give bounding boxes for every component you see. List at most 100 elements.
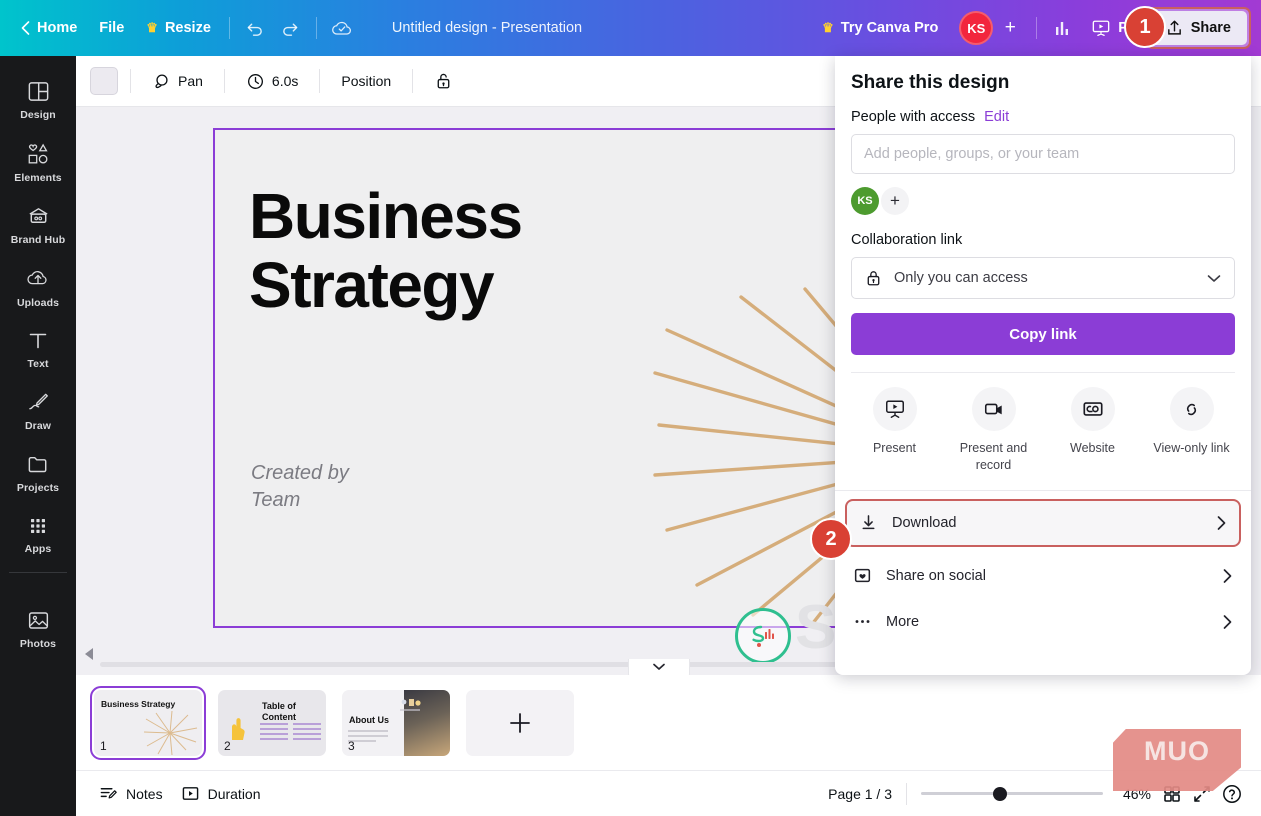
- brand-logo-icon: [752, 625, 774, 647]
- background-color-swatch[interactable]: [90, 67, 118, 95]
- rail-divider: [9, 572, 67, 573]
- slide-duration-button[interactable]: 6.0s: [237, 66, 307, 97]
- uploads-icon: [27, 271, 47, 285]
- home-label: Home: [37, 20, 78, 36]
- status-bar-right: Page 1 / 3 46%: [828, 779, 1247, 809]
- document-title[interactable]: Untitled design - Presentation: [382, 14, 592, 42]
- projects-icon: [28, 456, 46, 473]
- sidebar-item-label: Apps: [24, 543, 52, 555]
- access-level-select[interactable]: Only you can access: [851, 257, 1235, 299]
- chevron-left-icon: [21, 21, 30, 35]
- insights-button[interactable]: [1044, 11, 1080, 45]
- annotation-badge-2: 2: [810, 518, 852, 560]
- quick-action-view-only-link[interactable]: View-only link: [1142, 387, 1241, 474]
- fullscreen-button[interactable]: [1187, 779, 1217, 809]
- user-avatar[interactable]: KS: [959, 11, 994, 45]
- thumbnail-number: 2: [224, 738, 231, 753]
- thumbnail-title: Business Strategy: [101, 698, 176, 709]
- zoom-slider-track: [921, 792, 1103, 795]
- sidebar-item-projects[interactable]: Projects: [2, 441, 74, 503]
- zoom-slider-knob[interactable]: [993, 786, 1007, 801]
- cloud-check-icon: [331, 21, 351, 35]
- try-canva-pro-button[interactable]: ♛ Try Canva Pro: [811, 13, 949, 43]
- sidebar-item-draw[interactable]: Draw: [2, 379, 74, 441]
- add-people-input[interactable]: [851, 134, 1235, 174]
- duration-value: 6.0s: [271, 73, 299, 89]
- quick-action-label: Present: [872, 441, 917, 455]
- bottom-status-bar: Notes Duration Page 1 / 3 46%: [76, 770, 1261, 816]
- redo-button[interactable]: [273, 11, 309, 45]
- quick-actions-row: Present Present and record Website View-…: [835, 373, 1251, 490]
- duration-label: Duration: [207, 785, 261, 802]
- quick-action-label: Website: [1070, 441, 1115, 455]
- quick-action-website[interactable]: Website: [1043, 387, 1142, 474]
- toolbar-divider-3: [1036, 17, 1038, 39]
- download-menu-item[interactable]: Download: [847, 501, 1239, 545]
- thumbnail-hand-icon: [232, 717, 245, 740]
- sidebar-item-brand-hub[interactable]: Brand Hub: [2, 193, 74, 255]
- slide-title-text[interactable]: Business Strategy: [249, 180, 523, 320]
- position-button[interactable]: Position: [332, 67, 400, 95]
- fullscreen-icon: [1194, 785, 1210, 802]
- sidebar-item-text[interactable]: Text: [2, 318, 74, 379]
- collapse-panel-toggle[interactable]: [628, 659, 690, 675]
- quick-action-icon-wrap: [1169, 387, 1214, 431]
- notes-icon: [99, 784, 118, 803]
- thumbnail-doodle: [398, 696, 424, 714]
- page-thumbnail-1[interactable]: Business Strategy 1: [90, 685, 206, 760]
- created-by-line-1: Created by: [251, 462, 349, 484]
- chevron-right-icon: [1216, 515, 1227, 531]
- share-menu-list: Download Share on social More: [835, 491, 1251, 655]
- undo-button[interactable]: [237, 11, 273, 45]
- lock-button[interactable]: [425, 65, 462, 97]
- more-menu-item[interactable]: More: [841, 599, 1245, 645]
- avatar[interactable]: KS: [851, 187, 879, 215]
- edit-access-link[interactable]: Edit: [984, 109, 1009, 125]
- add-person-button[interactable]: +: [881, 187, 909, 215]
- add-page-button[interactable]: [466, 689, 574, 756]
- quick-action-present-and-record[interactable]: Present and record: [944, 387, 1043, 474]
- quick-action-present[interactable]: Present: [845, 387, 944, 474]
- notes-label: Notes: [126, 785, 163, 802]
- sidebar-item-label: Brand Hub: [10, 234, 66, 246]
- sidebar-item-apps[interactable]: Apps: [2, 503, 74, 564]
- slide-title-line-1: Business: [249, 180, 523, 252]
- text-icon: [29, 333, 47, 349]
- share-panel-title: Share this design: [851, 72, 1010, 93]
- scroll-left-arrow[interactable]: [82, 646, 98, 662]
- download-icon: [859, 513, 878, 532]
- chevron-right-icon: [1222, 614, 1233, 630]
- redo-icon: [283, 23, 298, 36]
- help-icon: [1223, 784, 1241, 803]
- unlock-icon: [437, 73, 450, 89]
- pan-label: Pan: [178, 73, 203, 89]
- share-panel-body: Share this design People with access Edi…: [835, 56, 1251, 373]
- share-on-social-menu-item[interactable]: Share on social: [841, 553, 1245, 599]
- bar-chart-icon: [1056, 22, 1069, 35]
- help-button[interactable]: [1217, 779, 1247, 809]
- sidebar-item-design[interactable]: Design: [2, 68, 74, 130]
- page-thumbnail-3[interactable]: About Us 3: [342, 689, 450, 756]
- grid-view-button[interactable]: [1157, 779, 1187, 809]
- slide-subtitle-text[interactable]: Created by Team: [251, 460, 349, 514]
- sidebar-item-uploads[interactable]: Uploads: [2, 255, 74, 318]
- cloud-saved-button[interactable]: [324, 11, 360, 45]
- try-pro-label: Try Canva Pro: [840, 20, 939, 36]
- quick-action-label: View-only link: [1153, 441, 1230, 455]
- copy-link-button[interactable]: Copy link: [851, 313, 1235, 355]
- toolbar-divider: [412, 69, 414, 93]
- zoom-slider[interactable]: [921, 785, 1103, 803]
- duration-button[interactable]: Duration: [172, 779, 270, 808]
- invite-members-button[interactable]: +: [997, 15, 1023, 41]
- sidebar-item-elements[interactable]: Elements: [2, 130, 74, 193]
- page-thumbnail-strip: Business Strategy 1 Table of Content 2 A…: [76, 675, 1261, 770]
- home-button[interactable]: Home: [10, 13, 88, 43]
- pan-button[interactable]: Pan: [143, 66, 212, 97]
- resize-button[interactable]: ♛ Resize: [135, 13, 222, 43]
- page-thumbnail-2[interactable]: Table of Content 2: [218, 689, 326, 756]
- position-label: Position: [341, 73, 392, 89]
- sidebar-item-photos[interactable]: Photos: [2, 597, 74, 659]
- play-box-icon: [181, 785, 200, 802]
- notes-button[interactable]: Notes: [90, 778, 172, 809]
- file-menu-button[interactable]: File: [88, 13, 135, 43]
